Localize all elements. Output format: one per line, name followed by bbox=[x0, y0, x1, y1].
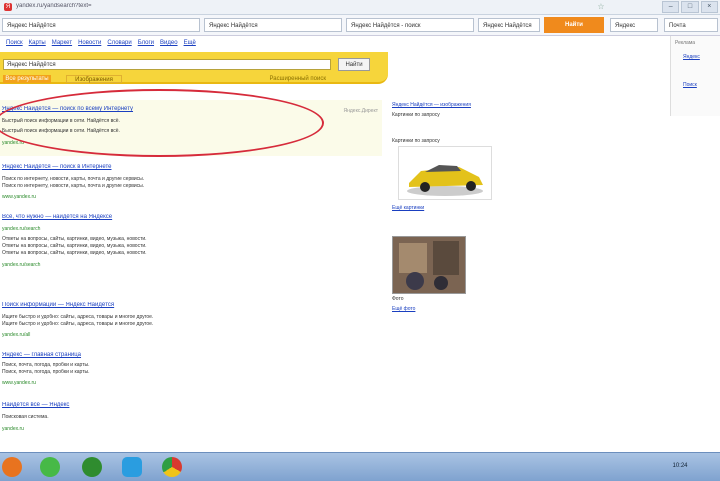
site-favicon-icon: Я bbox=[4, 3, 12, 11]
toolbar-right-tab-1[interactable]: Яндекс bbox=[610, 18, 658, 32]
tab-3[interactable]: Яндекс Найдётся - поиск bbox=[346, 18, 474, 32]
firefox-icon[interactable] bbox=[2, 457, 22, 477]
search-button[interactable]: Найти bbox=[338, 58, 370, 71]
result-url[interactable]: yandex.ru/search bbox=[2, 226, 242, 232]
winamp-icon[interactable] bbox=[82, 457, 102, 477]
panel-link[interactable]: Яндекс bbox=[683, 54, 719, 60]
search-input[interactable]: Яндекс Найдётся bbox=[3, 59, 331, 70]
nav-link[interactable]: Новости bbox=[78, 40, 101, 50]
sidebar-top-snippet: Картинки по запросу bbox=[392, 112, 440, 118]
bookmark-star-icon[interactable]: ☆ bbox=[596, 2, 606, 12]
close-button[interactable]: × bbox=[700, 1, 718, 13]
photo-icon bbox=[393, 237, 465, 293]
result-snippet: Поиск по интернету, новости, карты, почт… bbox=[2, 176, 145, 182]
result-snippet: Ответы на вопросы, сайты, картинки, виде… bbox=[2, 250, 147, 256]
result-snippet: Поиск, почта, погода, пробки и карты. bbox=[2, 369, 90, 375]
utorrent-icon[interactable] bbox=[40, 457, 60, 477]
red-highlight-ellipse bbox=[0, 89, 324, 157]
sidebar-caption: Картинки по запросу bbox=[392, 138, 440, 144]
skype-icon[interactable] bbox=[122, 457, 142, 477]
minimize-button[interactable]: – bbox=[662, 1, 680, 13]
browser-toolbar: Яндекс Найдётся Яндекс Найдётся Яндекс Н… bbox=[0, 15, 720, 36]
toolbar-right-tab-2[interactable]: Почта bbox=[664, 18, 718, 32]
nav-link[interactable]: Карты bbox=[29, 40, 46, 50]
windows-taskbar bbox=[0, 452, 720, 481]
result-url[interactable]: yandex.ru/all bbox=[2, 332, 112, 338]
result-url[interactable]: yandex.ru bbox=[2, 426, 82, 432]
result-snippet: Ответы на вопросы, сайты, картинки, виде… bbox=[2, 236, 147, 242]
nav-link[interactable]: Блоги bbox=[138, 40, 154, 50]
tab-4[interactable]: Яндекс Найдётся bbox=[478, 18, 540, 32]
nav-link[interactable]: Словари bbox=[107, 40, 131, 50]
result-title-link[interactable]: Яндекс — главная страница bbox=[2, 352, 192, 358]
result-item: Всё, что нужно — найдётся на Яндексе yan… bbox=[0, 214, 360, 282]
result-item: Яндекс — главная страница Поиск, почта, … bbox=[0, 352, 360, 392]
tab-images[interactable]: Изображения bbox=[66, 75, 122, 83]
panel-title: Реклама bbox=[675, 40, 696, 46]
ad-label: Яндекс.Директ bbox=[343, 108, 378, 114]
result-item: Найдётся всё — Яндекс Поисковая система.… bbox=[0, 402, 360, 442]
nav-link[interactable]: Видео bbox=[160, 40, 178, 50]
result-url[interactable]: www.yandex.ru bbox=[2, 380, 62, 386]
result-item: Яндекс Найдётся — поиск в Интернете Поис… bbox=[0, 164, 360, 204]
system-tray-clock[interactable]: 10:24 bbox=[640, 452, 720, 480]
chrome-icon[interactable] bbox=[162, 457, 182, 477]
result-snippet: Ищите быстро и удобно: сайты, адреса, то… bbox=[2, 321, 154, 327]
maximize-button[interactable]: □ bbox=[681, 1, 699, 13]
orange-search-button[interactable]: Найти bbox=[544, 17, 604, 33]
result-snippet: Поиск, почта, погода, пробки и карты. bbox=[2, 362, 90, 368]
url-text[interactable]: yandex.ru/yandsearch?text= bbox=[16, 3, 196, 11]
nav-link[interactable]: Маркет bbox=[52, 40, 72, 50]
result-title-link[interactable]: Поиск информации — Яндекс Найдётся bbox=[2, 302, 312, 308]
car-thumbnail[interactable] bbox=[398, 146, 492, 200]
result-title-link[interactable]: Всё, что нужно — найдётся на Яндексе bbox=[2, 214, 322, 220]
tab-2[interactable]: Яндекс Найдётся bbox=[204, 18, 342, 32]
result-url[interactable]: yandex.ru/search bbox=[2, 262, 202, 268]
result-url[interactable]: www.yandex.ru bbox=[2, 194, 132, 200]
photo-caption: Фото bbox=[392, 296, 404, 302]
panel-link[interactable]: Поиск bbox=[683, 82, 719, 88]
result-snippet: Поиск по интернету, новости, карты, почт… bbox=[2, 183, 145, 189]
nav-link[interactable]: Поиск bbox=[6, 40, 23, 50]
tab-1[interactable]: Яндекс Найдётся bbox=[2, 18, 200, 32]
nav-link[interactable]: Ещё bbox=[184, 40, 196, 50]
result-snippet: Ищите быстро и удобно: сайты, адреса, то… bbox=[2, 314, 154, 320]
right-panel: Реклама Яндекс Поиск bbox=[670, 36, 720, 116]
result-title-link[interactable]: Яндекс Найдётся — поиск в Интернете bbox=[2, 164, 172, 170]
sidebar-top-link[interactable]: Яндекс Найдётся — изображения bbox=[392, 102, 538, 108]
car-icon bbox=[407, 165, 483, 196]
result-snippet: Ответы на вопросы, сайты, картинки, виде… bbox=[2, 243, 147, 249]
photo-thumbnail[interactable] bbox=[392, 236, 466, 294]
result-item: Поиск информации — Яндекс Найдётся Ищите… bbox=[0, 302, 360, 342]
sidebar-photo-link[interactable]: Ещё фото bbox=[392, 306, 450, 312]
result-title-link[interactable]: Найдётся всё — Яндекс bbox=[2, 402, 302, 408]
service-nav: Поиск Карты Маркет Новости Словари Блоги… bbox=[0, 40, 286, 50]
advanced-search-link[interactable]: Расширенный поиск bbox=[262, 75, 327, 83]
window-controls: – □ × bbox=[662, 1, 718, 13]
tab-all-results[interactable]: Все результаты bbox=[3, 75, 51, 83]
result-snippet: Поисковая система. bbox=[2, 414, 49, 420]
sidebar-images-link[interactable]: Ещё картинки bbox=[392, 205, 438, 211]
address-bar[interactable]: Я yandex.ru/yandsearch?text= ☆ – □ × bbox=[0, 0, 720, 15]
